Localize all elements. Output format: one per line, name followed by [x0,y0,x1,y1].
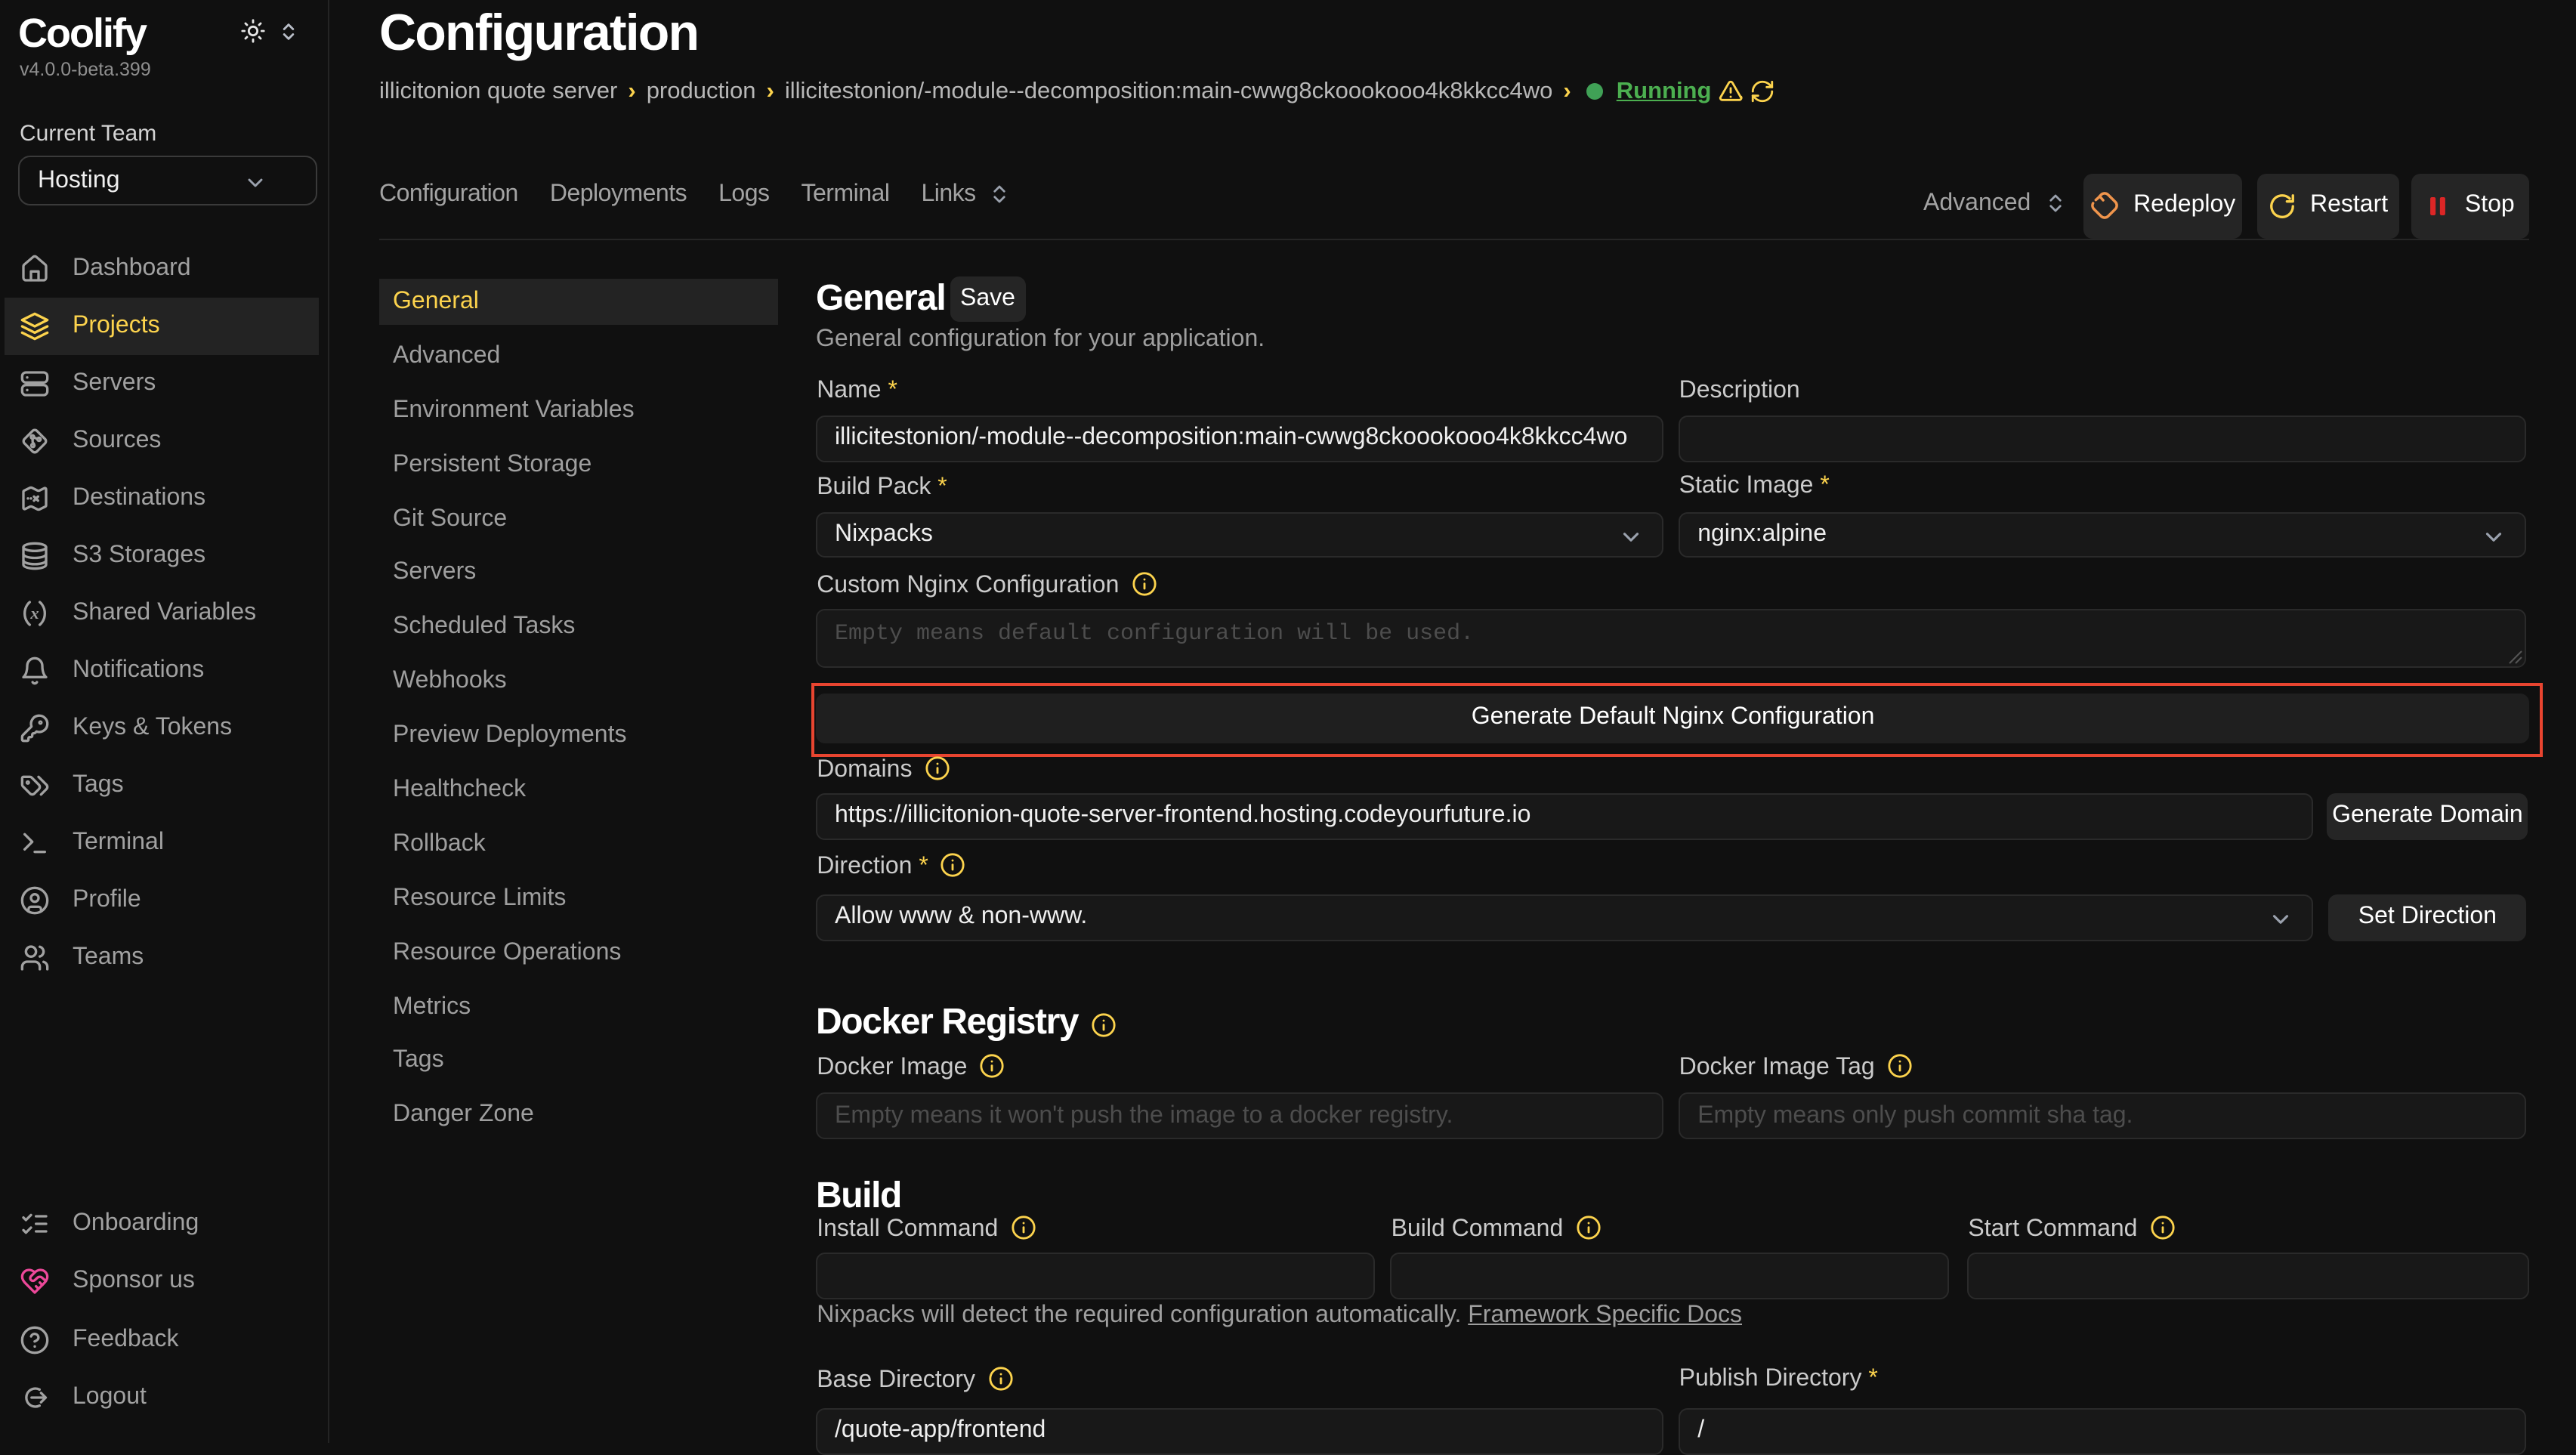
svg-text:x: x [29,604,39,622]
